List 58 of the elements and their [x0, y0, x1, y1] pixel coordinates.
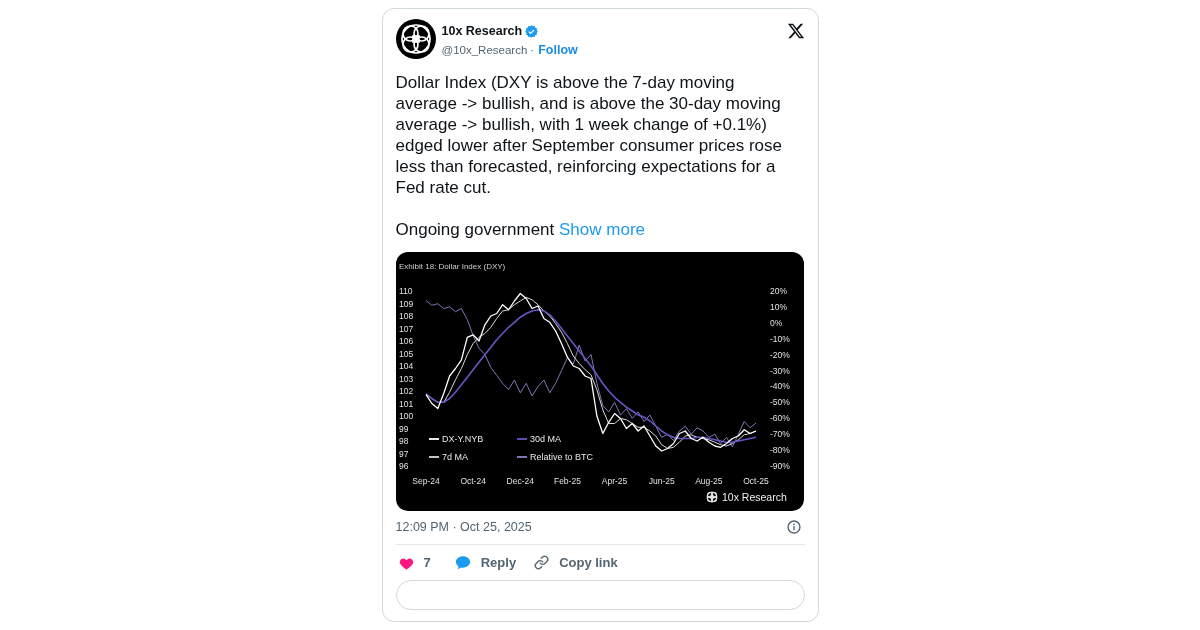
info-icon[interactable]	[786, 519, 801, 534]
y-axis-label: -60%	[769, 412, 790, 423]
x-axis-label: Aug-25	[694, 475, 723, 486]
logo-icon	[706, 491, 717, 502]
y-axis-label: -80%	[769, 444, 790, 455]
y-axis-label: 20%	[769, 285, 787, 296]
y-axis-label: 104	[398, 360, 413, 371]
x-axis-label: Feb-25	[553, 475, 581, 486]
y-axis-label: 101	[398, 398, 413, 408]
x-axis-label: Dec-24	[506, 475, 534, 486]
author-handle[interactable]: @10x_Research	[441, 43, 528, 56]
x-axis-label: Oct-24	[459, 475, 486, 486]
y-axis-label: 108	[398, 310, 413, 321]
x-axis-label: Apr-25	[601, 475, 627, 486]
copy-link-button[interactable]: Copy link	[534, 552, 618, 573]
y-axis-label: 100	[398, 410, 413, 421]
author-name[interactable]: 10x Research	[441, 24, 523, 38]
y-axis-label: 98	[398, 435, 408, 446]
y-axis-label: -90%	[769, 460, 790, 471]
chart-credit: 10x Research	[721, 490, 787, 503]
y-axis-label: 105	[398, 348, 413, 358]
y-axis-label: 0%	[769, 317, 782, 328]
x-axis-label: Sep-24	[411, 475, 440, 486]
y-axis-label: 96	[398, 460, 408, 471]
y-axis-label: -70%	[769, 428, 790, 439]
y-axis-label: 110	[398, 285, 413, 296]
follow-link[interactable]: Follow	[538, 42, 578, 57]
y-axis-label: 109	[398, 298, 413, 308]
separator-dot: ·	[530, 43, 535, 56]
tweet-text: Dollar Index (DXY is above the 7-day moving average -> bullish, and is above the 30-day moving average -> bullish, with 1 week change of +0.1%) edged lower after September consumer prices rose less than forecasted, reinforcing expectations for a Fed rate cut.	[395, 72, 783, 198]
legend-label: Relative to BTC	[529, 451, 593, 462]
chart-title: Exhibit 18: Dollar Index (DXY)	[398, 261, 505, 270]
y-axis-label: -30%	[769, 365, 790, 376]
y-axis-label: 97	[398, 448, 408, 458]
speech-bubble-icon	[454, 555, 471, 570]
x-axis-label: Jun-25	[648, 475, 675, 486]
heart-icon	[398, 555, 414, 570]
y-axis-label: 106	[398, 335, 413, 346]
y-axis-label: -40%	[769, 380, 790, 391]
tweet-text: Ongoing government Show more	[395, 219, 646, 240]
like-button[interactable]: 7	[398, 552, 431, 573]
x-axis-label: Oct-25	[742, 475, 769, 486]
avatar-icon[interactable]	[395, 19, 436, 59]
y-axis-label: 107	[398, 323, 413, 333]
x-logo-icon[interactable]	[786, 22, 805, 40]
legend-label: 30d MA	[529, 433, 561, 444]
y-axis-label: 10%	[769, 301, 787, 312]
reply-button[interactable]: Reply	[454, 552, 517, 573]
legend-label: DX-Y.NYB	[441, 433, 483, 444]
y-axis-label: -50%	[769, 396, 790, 407]
legend-label: 7d MA	[441, 451, 468, 462]
y-axis-label: 99	[398, 423, 408, 433]
y-axis-label: -10%	[769, 333, 790, 344]
y-axis-label: 103	[398, 373, 413, 383]
y-axis-label: -20%	[769, 349, 790, 360]
link-icon	[534, 555, 550, 570]
y-axis-label: 102	[398, 385, 413, 396]
timestamp[interactable]: 12:09 PM · Oct 25, 2025	[395, 519, 532, 534]
